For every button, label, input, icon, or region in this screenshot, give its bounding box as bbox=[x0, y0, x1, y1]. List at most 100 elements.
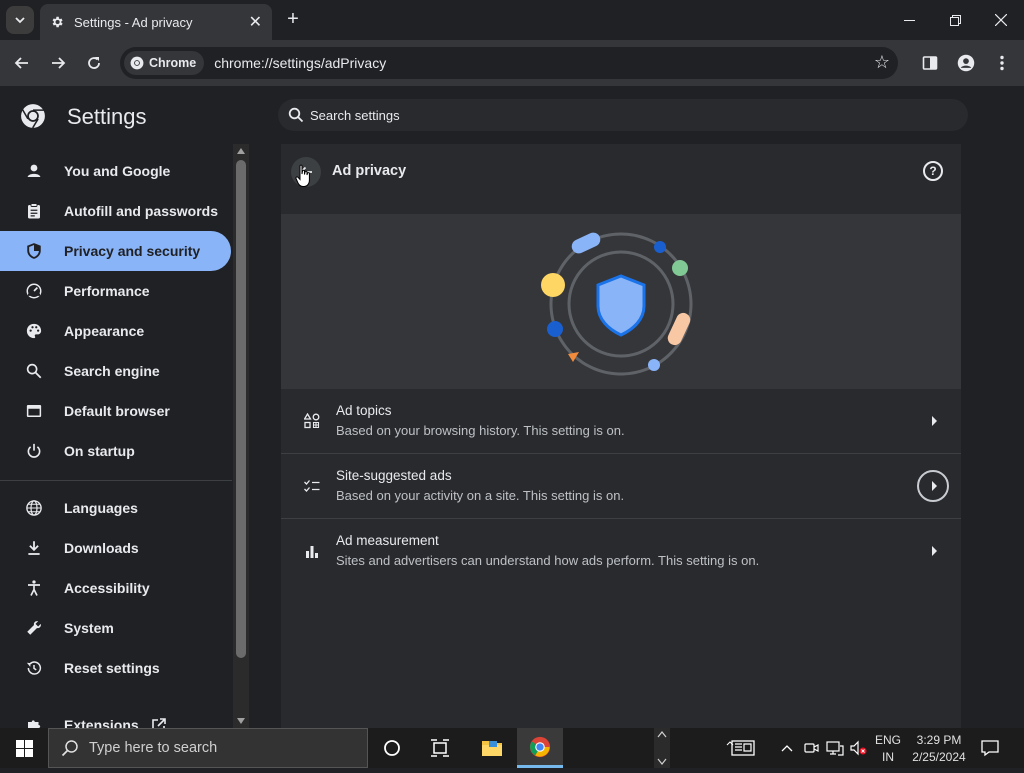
search-icon bbox=[288, 107, 304, 123]
minimize-button[interactable] bbox=[886, 0, 932, 40]
menu-button[interactable] bbox=[988, 49, 1016, 77]
url-text[interactable]: chrome://settings/adPrivacy bbox=[214, 55, 386, 71]
site-suggested-ads-row[interactable]: Site-suggested ads Based on your activit… bbox=[281, 454, 961, 519]
sidebar-scrollbar[interactable] bbox=[233, 144, 249, 728]
side-panel-button[interactable] bbox=[916, 49, 944, 77]
ad-topics-row[interactable]: Ad topics Based on your browsing history… bbox=[281, 389, 961, 454]
cortana-ring-icon bbox=[384, 740, 400, 756]
side-panel-icon bbox=[922, 56, 938, 70]
reload-icon bbox=[88, 57, 100, 69]
taskbar-search[interactable]: Type here to search bbox=[48, 728, 368, 768]
sidebar-item-reset-settings[interactable]: Reset settings bbox=[0, 648, 231, 688]
clock-time: 3:29 PM bbox=[916, 733, 962, 747]
chevron-right-icon[interactable] bbox=[917, 470, 949, 502]
browser-toolbar: Chrome chrome://settings/adPrivacy ☆ bbox=[0, 40, 1024, 86]
sidebar-item-you-and-google[interactable]: You and Google bbox=[0, 151, 231, 191]
row-subtitle: Sites and advertisers can understand how… bbox=[336, 553, 760, 568]
sidebar-item-label: Default browser bbox=[64, 403, 170, 419]
tab-close-icon[interactable]: ✕ bbox=[249, 12, 262, 32]
browser-icon bbox=[24, 401, 44, 421]
tab-strip: Settings - Ad privacy ✕ + bbox=[0, 0, 1024, 40]
site-info-chip[interactable]: Chrome bbox=[124, 51, 205, 75]
news-widget-icon[interactable] bbox=[731, 738, 755, 758]
sidebar-item-label: Privacy and security bbox=[64, 243, 201, 259]
file-explorer-app[interactable] bbox=[469, 728, 515, 768]
browser-tab[interactable]: Settings - Ad privacy ✕ bbox=[40, 4, 272, 40]
help-button[interactable]: ? bbox=[923, 161, 943, 181]
settings-sidebar: You and Google Autofill and passwords Pr… bbox=[0, 144, 232, 728]
sidebar-item-on-startup[interactable]: On startup bbox=[0, 431, 231, 471]
meet-now-icon[interactable] bbox=[801, 738, 821, 758]
history-icon bbox=[24, 658, 44, 678]
new-tab-button[interactable]: + bbox=[282, 8, 304, 32]
sidebar-item-appearance[interactable]: Appearance bbox=[0, 311, 231, 351]
sidebar-item-label: On startup bbox=[64, 443, 135, 459]
sidebar-item-label: Reset settings bbox=[64, 660, 160, 676]
restore-icon bbox=[949, 14, 961, 26]
search-icon bbox=[24, 361, 44, 381]
profile-button[interactable] bbox=[952, 49, 980, 77]
chevron-down-icon bbox=[15, 17, 25, 24]
sidebar-item-search-engine[interactable]: Search engine bbox=[0, 351, 231, 391]
network-icon[interactable] bbox=[825, 738, 845, 758]
sidebar-item-downloads[interactable]: Downloads bbox=[0, 528, 231, 568]
language-indicator[interactable]: ENG IN bbox=[872, 733, 904, 764]
sidebar-item-performance[interactable]: Performance bbox=[0, 271, 231, 311]
back-button[interactable] bbox=[8, 49, 36, 77]
sidebar-item-label: Languages bbox=[64, 500, 138, 516]
gear-icon bbox=[52, 16, 63, 28]
minimize-icon bbox=[903, 19, 915, 21]
clock-date: 2/25/2024 bbox=[912, 750, 966, 764]
settings-search[interactable] bbox=[278, 99, 968, 131]
sidebar-item-autofill[interactable]: Autofill and passwords bbox=[0, 191, 231, 231]
settings-title: Settings bbox=[67, 104, 147, 129]
notifications-icon[interactable] bbox=[980, 738, 1000, 758]
chevron-right-icon[interactable] bbox=[932, 416, 937, 426]
shapes-icon bbox=[303, 412, 321, 430]
page-title: Ad privacy bbox=[332, 163, 407, 179]
sidebar-item-extensions[interactable]: Extensions bbox=[0, 705, 231, 728]
row-title: Ad topics bbox=[336, 403, 392, 418]
sidebar-item-languages[interactable]: Languages bbox=[0, 488, 231, 528]
sidebar-item-system[interactable]: System bbox=[0, 608, 231, 648]
speedometer-icon bbox=[24, 281, 44, 301]
windows-logo-icon bbox=[15, 739, 33, 757]
chrome-logo-icon bbox=[529, 736, 551, 757]
ad-privacy-illustration bbox=[281, 214, 961, 389]
forward-button[interactable] bbox=[44, 49, 72, 77]
search-icon bbox=[61, 740, 78, 757]
scrollbar-thumb[interactable] bbox=[236, 160, 246, 658]
volume-muted-icon[interactable] bbox=[849, 738, 869, 758]
page-scrollbar-fragment[interactable] bbox=[654, 728, 670, 768]
folder-icon bbox=[482, 741, 502, 756]
close-icon bbox=[995, 14, 1007, 26]
sidebar-item-label: System bbox=[64, 620, 114, 636]
sidebar-item-label: Downloads bbox=[64, 540, 139, 556]
chrome-app[interactable] bbox=[517, 728, 563, 768]
scroll-up-arrow-icon[interactable] bbox=[237, 148, 245, 154]
address-bar[interactable]: Chrome chrome://settings/adPrivacy ☆ bbox=[120, 47, 898, 79]
bookmark-star-icon[interactable]: ☆ bbox=[874, 52, 890, 73]
sidebar-item-privacy-and-security[interactable]: Privacy and security bbox=[0, 231, 231, 271]
tab-search-button[interactable] bbox=[6, 6, 34, 34]
start-button[interactable] bbox=[0, 728, 48, 768]
power-icon bbox=[24, 441, 44, 461]
cortana-button[interactable] bbox=[369, 728, 415, 768]
restore-button[interactable] bbox=[932, 0, 978, 40]
clock[interactable]: 3:29 PM 2/25/2024 bbox=[906, 733, 972, 764]
profile-avatar-icon bbox=[957, 54, 975, 72]
sidebar-item-default-browser[interactable]: Default browser bbox=[0, 391, 231, 431]
chip-label: Chrome bbox=[149, 56, 197, 70]
person-icon bbox=[24, 161, 44, 181]
reload-button[interactable] bbox=[80, 49, 108, 77]
arrow-left-icon bbox=[14, 57, 28, 69]
settings-search-input[interactable] bbox=[310, 107, 910, 123]
show-hidden-icons-icon[interactable] bbox=[777, 738, 797, 758]
scroll-down-arrow-icon[interactable] bbox=[237, 718, 245, 724]
close-window-button[interactable] bbox=[978, 0, 1024, 40]
chevron-right-icon[interactable] bbox=[932, 546, 937, 556]
help-icon: ? bbox=[929, 164, 937, 178]
sidebar-item-accessibility[interactable]: Accessibility bbox=[0, 568, 231, 608]
ad-measurement-row[interactable]: Ad measurement Sites and advertisers can… bbox=[281, 519, 961, 584]
task-view-button[interactable] bbox=[417, 728, 463, 768]
